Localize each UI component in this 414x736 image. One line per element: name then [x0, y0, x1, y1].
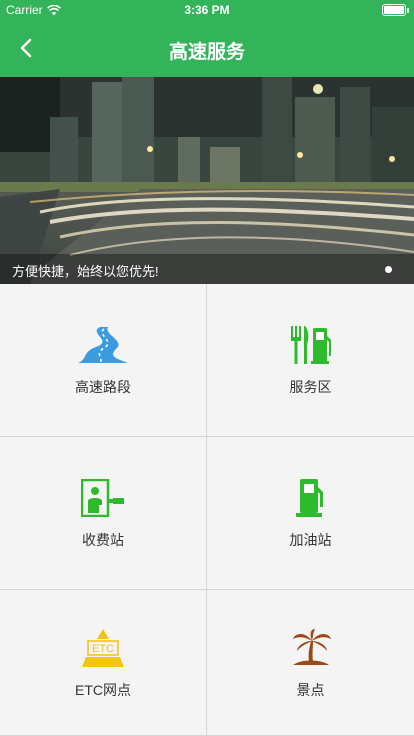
page-title: 高速服务 — [168, 42, 245, 63]
palm-island-icon — [286, 626, 336, 670]
service-label: 收费站 — [82, 532, 124, 548]
page-indicator-dot — [385, 266, 392, 273]
service-service-area[interactable]: 服务区 — [207, 284, 414, 437]
navigation-bar: 高速服务 — [0, 20, 414, 77]
status-time: 3:36 PM — [184, 3, 230, 17]
banner-caption: 方便快捷，始终以您优先! — [0, 254, 414, 284]
battery-icon — [382, 4, 409, 16]
toll-booth-icon — [78, 476, 128, 520]
service-etc-outlet[interactable]: ETC ETC网点 — [0, 590, 207, 736]
service-gas-station[interactable]: 加油站 — [207, 437, 414, 590]
service-toll-station[interactable]: 收费站 — [0, 437, 207, 590]
service-label: 景点 — [296, 681, 325, 698]
city-highway-photo — [0, 77, 414, 284]
fuel-pump-icon — [286, 476, 336, 520]
fork-knife-fuel-icon — [286, 323, 336, 367]
service-grid: 高速路段 服务区 收费站 加油站 ETC ETC网点 景点 — [0, 284, 414, 736]
service-highway-sections[interactable]: 高速路段 — [0, 284, 207, 437]
etc-triangle-icon: ETC — [78, 626, 128, 670]
service-scenic-spots[interactable]: 景点 — [207, 590, 414, 736]
service-label: ETC网点 — [75, 681, 131, 698]
winding-road-icon — [78, 323, 128, 367]
service-label: 高速路段 — [75, 379, 131, 395]
banner-carousel[interactable]: 方便快捷，始终以您优先! — [0, 77, 414, 284]
service-label: 服务区 — [289, 379, 332, 395]
etc-icon-text: ETC — [92, 643, 114, 655]
status-bar: Carrier 3:36 PM — [0, 0, 414, 20]
service-label: 加油站 — [289, 532, 332, 548]
